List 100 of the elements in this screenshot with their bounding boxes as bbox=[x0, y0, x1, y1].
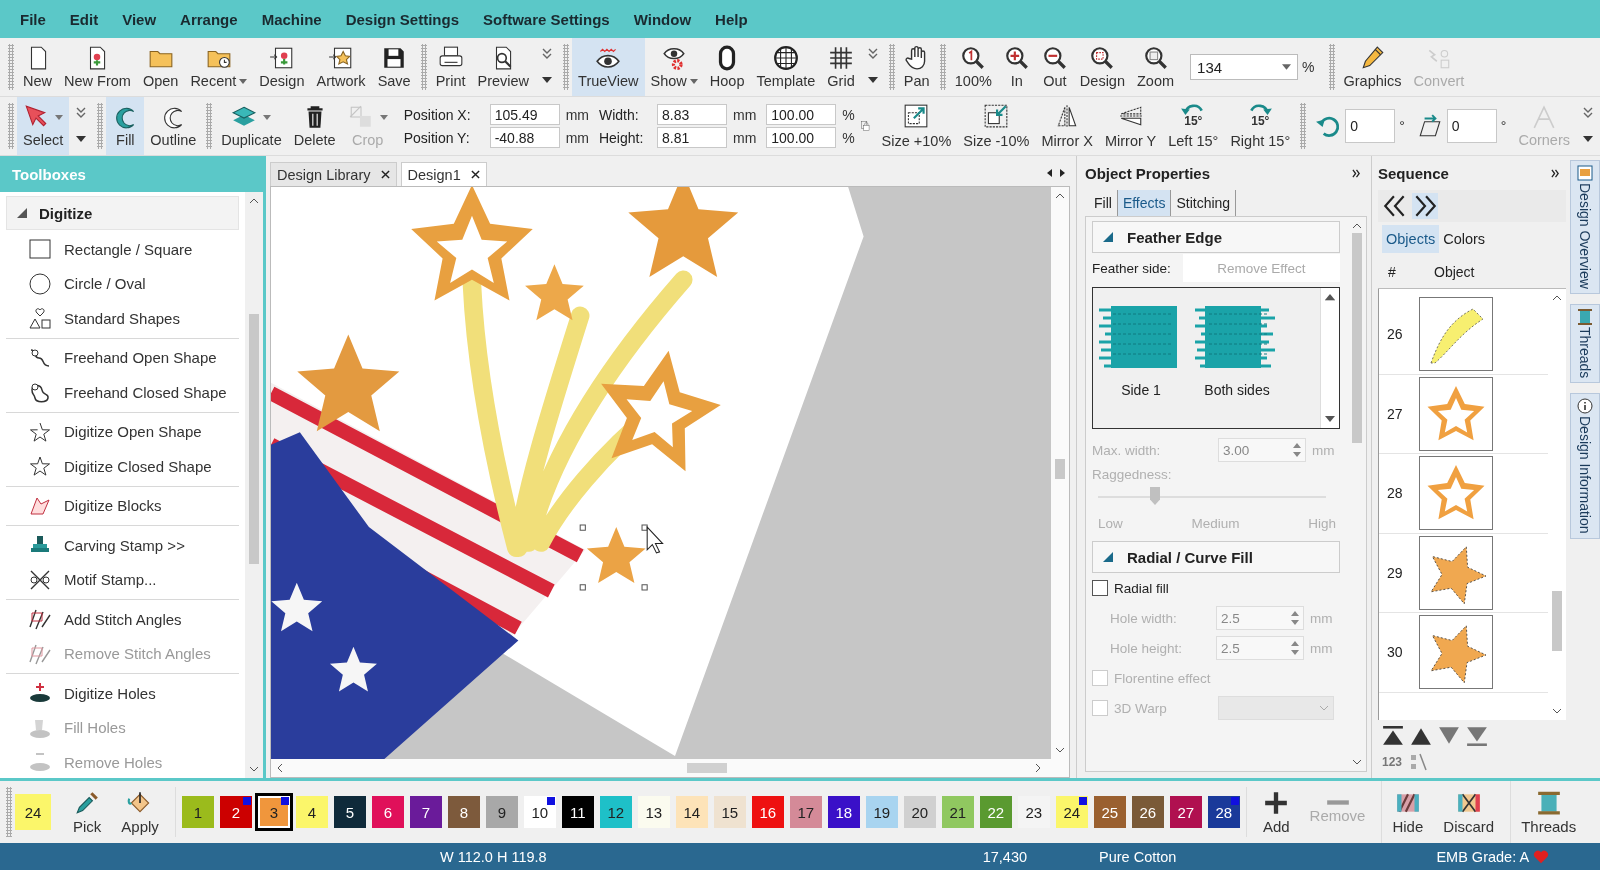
toolbar-button[interactable]: New bbox=[17, 38, 58, 96]
thread-swatch[interactable]: 27 bbox=[1169, 796, 1202, 828]
input-field[interactable]: -40.88 bbox=[489, 127, 560, 148]
scroll-down-icon[interactable] bbox=[1552, 708, 1562, 714]
scrollbar[interactable] bbox=[271, 759, 1069, 777]
toolbar-button[interactable]: Preview bbox=[471, 38, 536, 96]
thread-swatch[interactable]: 25 bbox=[1093, 796, 1126, 828]
toolbar-button[interactable]: Pan bbox=[897, 38, 936, 96]
side-tab[interactable]: Design Overview bbox=[1570, 160, 1600, 294]
scroll-down-icon[interactable] bbox=[1325, 416, 1335, 422]
sequence-tab[interactable]: Colors bbox=[1439, 225, 1490, 253]
scroll-up-icon[interactable] bbox=[1352, 223, 1362, 229]
thread-swatch[interactable]: 7 bbox=[409, 796, 442, 828]
collapse-icon[interactable] bbox=[1352, 168, 1361, 178]
toolbar-button[interactable]: Grid bbox=[821, 38, 861, 96]
toolbar-button[interactable]: 100% bbox=[948, 38, 998, 96]
scroll-thumb[interactable] bbox=[249, 314, 259, 564]
menu-item[interactable]: Edit bbox=[57, 6, 111, 32]
side-tab[interactable]: Design Information bbox=[1570, 393, 1600, 539]
scroll-thumb[interactable] bbox=[687, 763, 727, 773]
toolbox-item[interactable]: Add Stitch Angles bbox=[6, 602, 239, 637]
toolbar-button[interactable]: Size -10% bbox=[957, 97, 1036, 155]
toolbar-button[interactable]: Show bbox=[644, 38, 704, 96]
thread-swatch[interactable]: 1 bbox=[181, 796, 214, 828]
thread-swatch[interactable]: 12 bbox=[599, 796, 632, 828]
move-down-icon[interactable] bbox=[1438, 726, 1460, 746]
scroll-thumb[interactable] bbox=[1055, 459, 1065, 479]
toolbar-button[interactable]: Design bbox=[253, 38, 311, 96]
zoom-field[interactable]: 134 bbox=[1190, 54, 1299, 80]
thread-swatch[interactable]: 17 bbox=[789, 796, 822, 828]
section-header[interactable]: Feather Edge bbox=[1092, 221, 1340, 253]
scroll-down-icon[interactable] bbox=[1352, 759, 1362, 765]
menu-item[interactable]: Design Settings bbox=[333, 6, 471, 32]
menu-item[interactable]: Software Settings bbox=[471, 6, 622, 32]
scroll-thumb[interactable] bbox=[1552, 591, 1562, 651]
thread-swatch[interactable]: 18 bbox=[827, 796, 860, 828]
toolbox-item[interactable]: Circle / Oval bbox=[6, 266, 239, 301]
caret-icon[interactable] bbox=[1282, 64, 1292, 70]
menu-item[interactable]: File bbox=[8, 6, 58, 32]
toolbar-button[interactable]: Mirror X bbox=[1035, 97, 1099, 155]
toolbar-button[interactable]: Add bbox=[1252, 781, 1300, 843]
document-tab[interactable]: Design1 bbox=[400, 162, 487, 186]
scroll-thumb[interactable] bbox=[1352, 233, 1362, 443]
input-field[interactable]: 100.00 bbox=[766, 104, 837, 125]
collapse-icon[interactable] bbox=[1551, 168, 1560, 178]
toolbar-button[interactable]: 15° Right 15° bbox=[1224, 97, 1297, 155]
section-header[interactable]: Digitize bbox=[6, 196, 239, 230]
toolbar-button[interactable]: TrueView bbox=[572, 38, 645, 96]
move-to-bottom-icon[interactable] bbox=[1466, 726, 1488, 746]
radial-fill-checkbox[interactable]: Radial fill bbox=[1092, 573, 1340, 603]
thread-swatch[interactable]: 5 bbox=[333, 796, 366, 828]
toolbar-button[interactable]: Recent bbox=[184, 38, 254, 96]
thread-swatch[interactable]: 2 bbox=[219, 796, 252, 828]
close-icon[interactable] bbox=[470, 170, 480, 179]
feather-option[interactable]: Side 1 bbox=[1097, 300, 1185, 400]
document-tab[interactable]: Design Library bbox=[270, 162, 397, 186]
toolbar-button[interactable]: Mirror Y bbox=[1098, 97, 1163, 155]
input-field[interactable]: 8.83 bbox=[656, 104, 727, 125]
toolbox-item[interactable]: Digitize Closed Shape bbox=[6, 449, 239, 484]
thread-swatch[interactable]: 14 bbox=[675, 796, 708, 828]
feather-option[interactable]: Both sides bbox=[1193, 300, 1281, 400]
sort-icon[interactable] bbox=[1408, 752, 1429, 772]
scroll-up-icon[interactable] bbox=[1055, 193, 1065, 199]
scroll-up-icon[interactable] bbox=[249, 198, 259, 204]
menu-item[interactable]: Arrange bbox=[168, 6, 250, 32]
thread-swatch[interactable]: 21 bbox=[941, 796, 974, 828]
toolbar-button[interactable]: In bbox=[997, 38, 1036, 96]
input-field[interactable]: 105.49 bbox=[489, 104, 560, 125]
toolbar-button[interactable]: Save bbox=[371, 38, 417, 96]
object-thumbnail[interactable] bbox=[1419, 535, 1493, 610]
toolbox-item[interactable]: Digitize Blocks bbox=[6, 488, 239, 523]
object-thumbnail[interactable] bbox=[1419, 376, 1493, 451]
toolbar-button[interactable]: Print bbox=[429, 38, 472, 96]
tab-scroll-icon[interactable] bbox=[1046, 168, 1066, 178]
toolbar-button[interactable]: Pick bbox=[63, 781, 112, 843]
thread-swatch[interactable]: 15 bbox=[713, 796, 746, 828]
toolbar-button[interactable]: New From bbox=[58, 38, 137, 96]
properties-tab[interactable]: Effects bbox=[1117, 190, 1172, 216]
scrollbar[interactable] bbox=[245, 192, 263, 778]
sort-button[interactable]: 123 bbox=[1382, 755, 1403, 769]
rotation-field[interactable]: 0 bbox=[1345, 109, 1396, 143]
move-up-icon[interactable] bbox=[1410, 726, 1432, 746]
toolbar-button[interactable]: Outline bbox=[144, 97, 203, 155]
menu-item[interactable]: Machine bbox=[249, 6, 334, 32]
thread-swatch[interactable]: 10 bbox=[523, 796, 556, 828]
toolbar-button[interactable]: Template bbox=[750, 38, 822, 96]
scroll-down-icon[interactable] bbox=[1055, 747, 1065, 753]
scroll-down-icon[interactable] bbox=[249, 766, 259, 772]
thread-swatch[interactable]: 24 bbox=[1055, 796, 1088, 828]
toolbox-item[interactable]: Motif Stamp... bbox=[6, 562, 239, 597]
thread-swatch[interactable]: 4 bbox=[295, 796, 328, 828]
thread-swatch[interactable]: 16 bbox=[751, 796, 784, 828]
object-thumbnail[interactable] bbox=[1419, 615, 1493, 690]
toolbox-item[interactable]: Freehand Open Shape bbox=[6, 340, 239, 375]
thread-swatch[interactable]: 19 bbox=[865, 796, 898, 828]
toolbar-button[interactable]: Zoom bbox=[1131, 38, 1181, 96]
input-field[interactable]: 100.00 bbox=[766, 127, 837, 148]
toolbar-button[interactable]: Size +10% bbox=[875, 97, 958, 155]
section-header[interactable]: Radial / Curve Fill bbox=[1092, 541, 1340, 573]
toolbar-button[interactable]: Fill bbox=[106, 97, 145, 155]
